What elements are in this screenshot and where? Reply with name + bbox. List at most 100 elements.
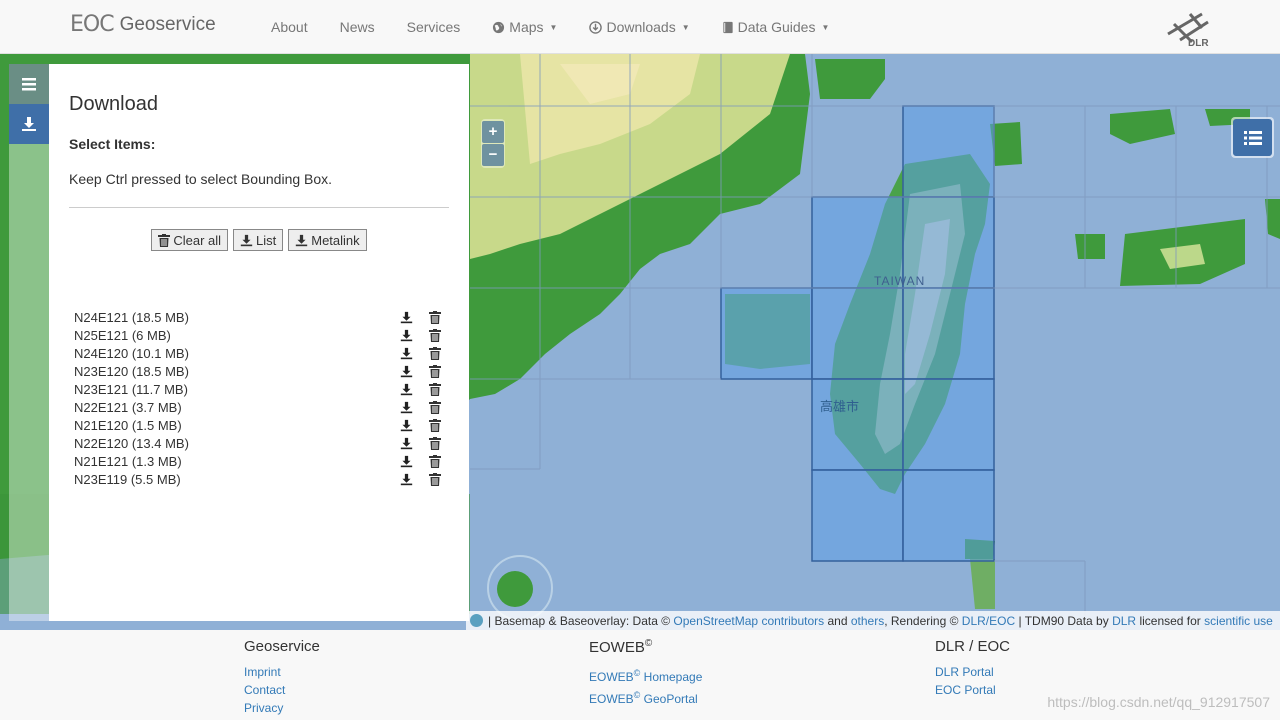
metalink-download-button[interactable]: Metalink bbox=[288, 229, 367, 251]
download-icon bbox=[400, 401, 413, 414]
clear-all-label: Clear all bbox=[173, 232, 222, 248]
download-icon bbox=[400, 437, 413, 450]
link-dlr-eoc[interactable]: DLR/EOC bbox=[962, 614, 1015, 628]
tile-remove-button[interactable] bbox=[421, 454, 449, 468]
footer-eoweb-title: EOWEB© bbox=[589, 638, 653, 656]
nav-data-guides[interactable]: Data Guides ▼ bbox=[706, 19, 846, 35]
tile-download-button[interactable] bbox=[392, 473, 420, 486]
attribution-globe-icon[interactable] bbox=[470, 614, 483, 627]
tile-remove-button[interactable] bbox=[421, 400, 449, 414]
tile-label: N24E121 (18.5 MB) bbox=[74, 309, 189, 325]
trash-icon bbox=[428, 454, 441, 468]
map-label-taiwan: TAIWAN bbox=[874, 274, 925, 288]
attr-tdm: | TDM90 Data by bbox=[1018, 613, 1109, 628]
tile-remove-button[interactable] bbox=[421, 436, 449, 450]
footer-link-eoc-portal[interactable]: EOC Portal bbox=[935, 681, 1010, 699]
clear-all-button[interactable]: Clear all bbox=[151, 229, 229, 251]
link-scientific-use[interactable]: scientific use bbox=[1204, 614, 1273, 628]
download-icon bbox=[400, 473, 413, 486]
nav-maps[interactable]: Maps ▼ bbox=[476, 19, 573, 35]
sidebar-tab-download[interactable] bbox=[9, 104, 49, 144]
link-osm[interactable]: OpenStreetMap contributors bbox=[673, 614, 824, 628]
tile-label: N23E119 (5.5 MB) bbox=[74, 471, 181, 487]
list-item: N24E121 (18.5 MB) bbox=[74, 308, 449, 326]
tile-download-button[interactable] bbox=[392, 455, 420, 468]
sidebar-tab-menu[interactable] bbox=[9, 64, 49, 104]
map-attribution: | Basemap & Baseoverlay: Data © OpenStre… bbox=[466, 611, 1280, 630]
tile-download-button[interactable] bbox=[392, 365, 420, 378]
list-download-button[interactable]: List bbox=[233, 229, 284, 251]
tile-remove-button[interactable] bbox=[421, 472, 449, 486]
nav-news-label: News bbox=[339, 19, 375, 35]
tile-remove-button[interactable] bbox=[421, 382, 449, 396]
footer-link-contact[interactable]: Contact bbox=[244, 681, 320, 699]
tile-download-button[interactable] bbox=[392, 311, 420, 324]
footer-link-eoweb-geoportal[interactable]: EOWEB© GeoPortal bbox=[589, 686, 702, 708]
eoc-logo: EOC bbox=[70, 12, 115, 37]
nav-about[interactable]: About bbox=[255, 19, 324, 35]
dlr-text: DLR bbox=[1188, 38, 1209, 48]
metalink-label: Metalink bbox=[311, 232, 360, 248]
list-item: N21E120 (1.5 MB) bbox=[74, 416, 449, 434]
footer-link-privacy[interactable]: Privacy bbox=[244, 699, 320, 717]
tile-remove-button[interactable] bbox=[421, 418, 449, 432]
zoom-out-button[interactable]: − bbox=[482, 144, 504, 166]
list-label: List bbox=[256, 232, 277, 248]
footer-col-eoweb: EOWEB© EOWEB© Homepage EOWEB© GeoPortal bbox=[589, 638, 702, 708]
tile-download-button[interactable] bbox=[392, 329, 420, 342]
footer: Geoservice Imprint Contact Privacy EOWEB… bbox=[0, 630, 1280, 720]
tile-download-button[interactable] bbox=[392, 401, 420, 414]
tile-remove-button[interactable] bbox=[421, 328, 449, 342]
download-circle-icon bbox=[589, 20, 603, 34]
link-others[interactable]: others bbox=[851, 614, 884, 628]
caret-down-icon: ▼ bbox=[549, 22, 558, 32]
download-panel: Download Select Items: Keep Ctrl pressed… bbox=[49, 64, 469, 621]
attr-and: and bbox=[827, 613, 848, 628]
tile-label: N22E120 (13.4 MB) bbox=[74, 435, 189, 451]
footer-link-dlr-portal[interactable]: DLR Portal bbox=[935, 663, 1010, 681]
trash-icon bbox=[428, 310, 441, 324]
dlr-logo[interactable]: DLR bbox=[1162, 8, 1214, 49]
tile-download-button[interactable] bbox=[392, 347, 420, 360]
nav-services[interactable]: Services bbox=[391, 19, 477, 35]
select-items-label: Select Items: bbox=[69, 136, 156, 152]
footer-geoservice-title: Geoservice bbox=[244, 638, 320, 655]
tile-download-button[interactable] bbox=[392, 383, 420, 396]
brand[interactable]: EOC Geoservice bbox=[70, 12, 216, 37]
attr-licensed: licensed for bbox=[1139, 613, 1201, 628]
tile-label: N21E121 (1.3 MB) bbox=[74, 453, 182, 469]
panel-title: Download bbox=[69, 93, 158, 115]
list-item: N23E119 (5.5 MB) bbox=[74, 470, 449, 488]
footer-link-imprint[interactable]: Imprint bbox=[244, 663, 320, 681]
trash-icon bbox=[428, 346, 441, 360]
selected-tiles-list: N24E121 (18.5 MB) N25E121 (6 MB) N24E120 (… bbox=[69, 308, 449, 488]
list-item: N23E121 (11.7 MB) bbox=[74, 380, 449, 398]
trash-icon bbox=[428, 328, 441, 342]
tile-label: N23E121 (11.7 MB) bbox=[74, 381, 188, 397]
globe-icon bbox=[493, 21, 505, 33]
footer-link-eoweb-homepage[interactable]: EOWEB© Homepage bbox=[589, 664, 702, 686]
tile-remove-button[interactable] bbox=[421, 364, 449, 378]
caret-down-icon: ▼ bbox=[821, 22, 830, 32]
tile-remove-button[interactable] bbox=[421, 310, 449, 324]
caret-down-icon: ▼ bbox=[681, 22, 690, 32]
list-item: N22E120 (13.4 MB) bbox=[74, 434, 449, 452]
tile-download-button[interactable] bbox=[392, 419, 420, 432]
tile-label: N21E120 (1.5 MB) bbox=[74, 417, 182, 433]
layer-switcher-button[interactable] bbox=[1231, 117, 1274, 158]
zoom-control: + − bbox=[481, 119, 505, 168]
tile-label: N24E120 (10.1 MB) bbox=[74, 345, 189, 361]
divider bbox=[69, 207, 449, 208]
nav-news[interactable]: News bbox=[324, 19, 391, 35]
nav-downloads[interactable]: Downloads ▼ bbox=[573, 19, 705, 35]
tile-remove-button[interactable] bbox=[421, 346, 449, 360]
sidebar-tabs bbox=[9, 64, 49, 621]
attr-prefix: | Basemap & Baseoverlay: Data © bbox=[488, 613, 671, 628]
bbox-hint: Keep Ctrl pressed to select Bounding Box… bbox=[69, 171, 333, 187]
nav-about-label: About bbox=[271, 19, 308, 35]
book-icon bbox=[722, 21, 733, 33]
nav-maps-label: Maps bbox=[509, 19, 544, 35]
zoom-in-button[interactable]: + bbox=[482, 121, 504, 143]
link-dlr[interactable]: DLR bbox=[1112, 614, 1136, 628]
tile-download-button[interactable] bbox=[392, 437, 420, 450]
